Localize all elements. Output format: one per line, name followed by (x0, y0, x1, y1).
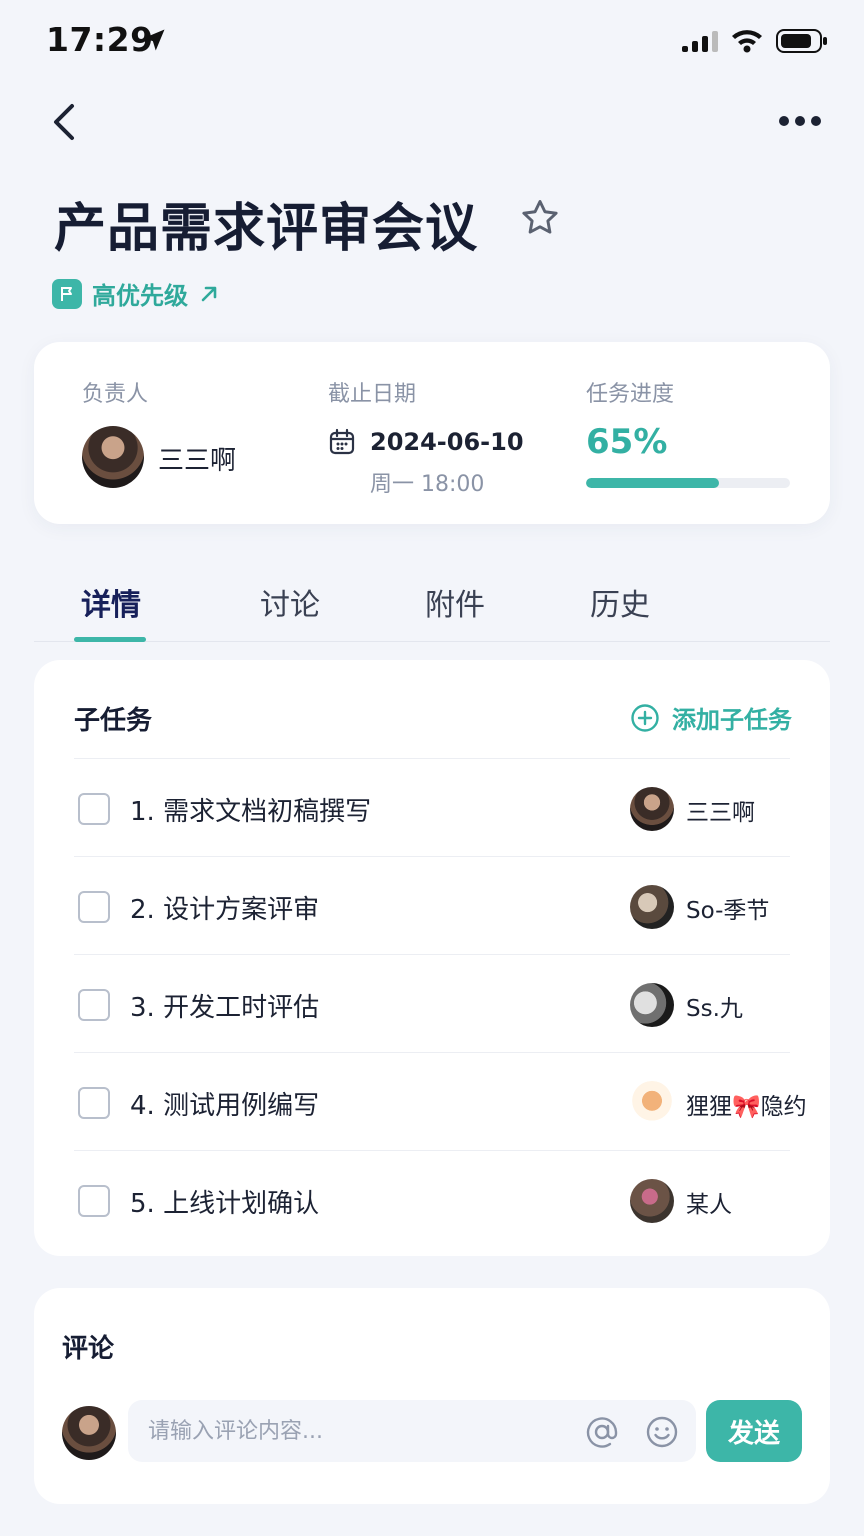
assignee-avatar (630, 1179, 674, 1223)
priority-label: 高优先级 (92, 282, 188, 310)
tab-bar: 详情 讨论 附件 历史 (34, 570, 830, 642)
subtask-checkbox[interactable] (78, 1087, 110, 1119)
add-subtask-button[interactable]: 添加子任务 (630, 700, 792, 735)
battery-icon (776, 29, 827, 53)
current-user-avatar (62, 1406, 116, 1460)
comments-card: 评论 发送 (34, 1288, 830, 1504)
subtasks-card: 子任务 添加子任务 1. 需求文档初稿撰写 三三啊 2. 设计方案评审 So-季… (34, 660, 830, 1256)
due-date: 2024-06-10 (370, 428, 524, 456)
calendar-icon (329, 428, 355, 455)
page-title: 产品需求评审会议 (54, 199, 479, 259)
assignee-name: 三三啊 (686, 800, 755, 826)
owner-name: 三三啊 (158, 446, 237, 476)
arrow-up-right-icon (201, 286, 217, 301)
assignee-avatar (630, 1081, 674, 1125)
assignee-name: 某人 (686, 1192, 732, 1218)
cellular-signal-icon (682, 31, 718, 52)
progress-bar (586, 478, 790, 488)
back-button[interactable] (44, 100, 84, 144)
tab-history[interactable]: 历史 (590, 580, 650, 624)
more-options-button[interactable] (776, 106, 824, 136)
subtask-checkbox[interactable] (78, 989, 110, 1021)
status-bar: 17:29 (0, 0, 864, 80)
progress-percent: 65% (586, 422, 668, 462)
assignee-name: Ss.九 (686, 996, 743, 1022)
tab-discussion[interactable]: 讨论 (260, 580, 320, 624)
subtask-title: 5. 上线计划确认 (130, 1189, 320, 1219)
assignee-avatar (630, 983, 674, 1027)
add-subtask-label: 添加子任务 (672, 706, 792, 734)
star-favorite-icon[interactable] (518, 196, 562, 240)
task-info-card: 负责人 三三啊 截止日期 2024-06-10 周一 18:00 任务进度 65… (34, 342, 830, 524)
priority-flag-icon (52, 278, 82, 309)
owner-label: 负责人 (82, 382, 149, 407)
status-time: 17:29 (46, 20, 154, 59)
active-tab-indicator (74, 637, 146, 642)
subtask-title: 4. 测试用例编写 (130, 1091, 320, 1121)
subtask-title: 3. 开发工时评估 (130, 993, 320, 1023)
due-date-label: 截止日期 (328, 382, 417, 407)
emoji-icon[interactable] (644, 1414, 680, 1450)
add-circle-icon (631, 703, 659, 732)
tab-details[interactable]: 详情 (81, 580, 141, 624)
subtask-row[interactable]: 3. 开发工时评估 Ss.九 (74, 954, 790, 1052)
subtask-row[interactable]: 1. 需求文档初稿撰写 三三啊 (74, 758, 790, 856)
location-arrow-icon (143, 29, 165, 51)
tab-attachments[interactable]: 附件 (425, 580, 485, 624)
subtask-row[interactable]: 5. 上线计划确认 某人 (74, 1150, 790, 1248)
due-time: 周一 18:00 (370, 472, 485, 497)
subtask-checkbox[interactable] (78, 891, 110, 923)
assignee-name: So-季节 (686, 898, 770, 924)
assignee-avatar (630, 885, 674, 929)
owner-avatar[interactable] (82, 426, 144, 488)
priority-tag[interactable]: 高优先级 (52, 276, 220, 311)
subtask-title: 2. 设计方案评审 (130, 895, 320, 925)
subtask-row[interactable]: 2. 设计方案评审 So-季节 (74, 856, 790, 954)
wifi-icon (732, 30, 762, 53)
assignee-avatar (630, 787, 674, 831)
assignee-name: 狸狸🎀隐约 (686, 1094, 807, 1120)
subtask-checkbox[interactable] (78, 1185, 110, 1217)
subtask-title: 1. 需求文档初稿撰写 (130, 797, 372, 827)
progress-label: 任务进度 (586, 382, 675, 407)
comments-title: 评论 (62, 1334, 115, 1364)
mention-at-icon[interactable] (584, 1414, 620, 1450)
subtasks-title: 子任务 (74, 706, 153, 736)
subtask-checkbox[interactable] (78, 793, 110, 825)
progress-bar-fill (586, 478, 719, 488)
subtask-row[interactable]: 4. 测试用例编写 狸狸🎀隐约 (74, 1052, 807, 1150)
send-button[interactable]: 发送 (706, 1400, 802, 1462)
